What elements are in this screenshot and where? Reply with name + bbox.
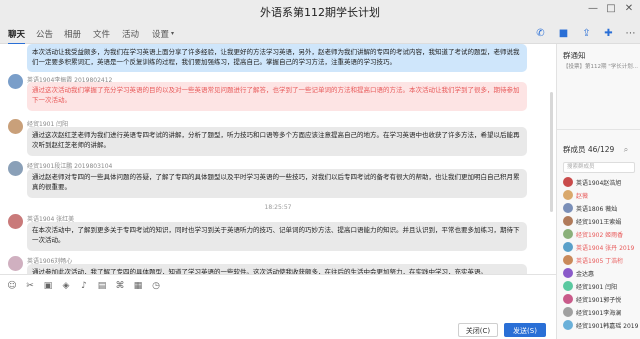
tab-files[interactable]: 文件 <box>93 28 110 40</box>
more-icon[interactable]: ⋯ <box>624 27 637 40</box>
divider <box>557 129 640 130</box>
avatar <box>563 216 573 226</box>
member-name: 经贸1901李海澜 <box>576 310 622 317</box>
member-name: 赵薇 <box>576 193 589 200</box>
folder-icon[interactable]: ▤ <box>96 280 108 292</box>
avatar <box>563 320 573 330</box>
window-title: 外语系第112期学长计划 <box>260 6 380 19</box>
member-name: 英语1806 薇灿 <box>576 206 618 213</box>
avatar[interactable] <box>8 214 23 229</box>
message-bubble: 通过这次赵红芝老师为我们进行英语专四考试的讲解，分析了题型，听力技巧和口语等多个… <box>27 127 527 156</box>
mic-icon[interactable]: ♪ <box>78 280 90 292</box>
member-name: 英语1905 丁浩桁 <box>576 258 624 265</box>
avatar[interactable] <box>8 119 23 134</box>
title-bar: 外语系第112期学长计划 — □ ✕ <box>0 0 640 22</box>
member-item[interactable]: 赵薇 <box>563 189 640 201</box>
tab-bar: 聊天 公告 相册 文件 活动 设置 ▾ ✆ ■ ⇪ ✚ ⋯ <box>0 22 640 45</box>
minimize-button[interactable]: — <box>586 3 600 14</box>
scissors-icon[interactable]: ✂ <box>24 280 36 292</box>
members-title: 群成员 46/129 <box>563 145 615 154</box>
message-bubble: 通过赵老师对专四的一些具体问题的答疑，了解了专四的具体题型以及平时学习英语的一些… <box>27 169 527 198</box>
share-icon[interactable]: ⇪ <box>580 27 593 40</box>
member-item[interactable]: 经贸1901郭子悦 <box>563 293 640 305</box>
member-name: 经贸1902 姬雨香 <box>576 232 624 239</box>
clock-icon[interactable]: ◷ <box>150 280 162 292</box>
member-name: 金达惠 <box>576 271 595 278</box>
avatar <box>563 203 573 213</box>
doc-icon[interactable]: ▦ <box>132 280 144 292</box>
code-icon[interactable]: ⌘ <box>114 280 126 292</box>
avatar[interactable] <box>8 256 23 271</box>
message-bubble: 通过参加此次活动，我了解了专四的具体题型，知道了学习英语的一些软件。这次活动使我… <box>27 264 527 274</box>
member-name: 经贸1901 闫阳 <box>576 284 618 291</box>
timestamp: 18:25:57 <box>264 204 292 211</box>
sidebar: 群通知 【投票】第112期 "学长计划... 群成员 46/129 ⌕ 搜索群成… <box>556 44 640 339</box>
message-bubble: 在本次活动中，了解到更多关于专四考试的知识，同时也学习到关于英语听力的技巧、记单… <box>27 222 527 251</box>
avatar[interactable] <box>8 161 23 176</box>
tab-chat[interactable]: 聊天 <box>8 28 26 45</box>
member-name: 经贸1901王索娟 <box>576 219 622 226</box>
gift-icon[interactable]: ◈ <box>60 280 72 292</box>
tab-settings[interactable]: 设置 <box>152 28 169 40</box>
avatar <box>563 281 573 291</box>
add-member-icon[interactable]: ✚ <box>602 27 615 40</box>
tab-album[interactable]: 相册 <box>64 28 81 40</box>
member-search-input[interactable]: 搜索群成员 <box>563 162 635 173</box>
send-button[interactable]: 发送(S) <box>504 323 546 337</box>
smile-icon[interactable]: ☺ <box>6 280 18 292</box>
avatar[interactable] <box>8 74 23 89</box>
avatar <box>563 229 573 239</box>
close-window-button[interactable]: ✕ <box>622 3 636 14</box>
member-item[interactable]: 英语1904赵浩旭 <box>563 176 640 188</box>
chat-area[interactable]: 本次活动让我受益颇多，为我们在学习英语上面分享了许多经验，让我更好的方法学习英语… <box>0 44 556 274</box>
tab-announcement[interactable]: 公告 <box>36 28 53 40</box>
close-button[interactable]: 关闭(C) <box>458 323 498 337</box>
avatar <box>563 242 573 252</box>
member-item[interactable]: 经贸1901 闫阳 <box>563 280 640 292</box>
member-item[interactable]: 经贸1901韩嘉瑶 2019 <box>563 319 640 331</box>
video-icon[interactable]: ■ <box>557 27 570 40</box>
avatar <box>563 307 573 317</box>
member-item[interactable]: 经贸1901王索娟 <box>563 215 640 227</box>
member-item[interactable]: 经贸1902 姬雨香 <box>563 228 640 240</box>
search-icon[interactable]: ⌕ <box>621 145 631 155</box>
avatar <box>563 190 573 200</box>
avatar <box>563 268 573 278</box>
avatar <box>563 255 573 265</box>
avatar <box>563 177 573 187</box>
member-name: 经贸1901郭子悦 <box>576 297 622 304</box>
message-bubble: 本次活动让我受益颇多，为我们在学习英语上面分享了许多经验，让我更好的方法学习英语… <box>27 44 527 72</box>
input-area[interactable]: ☺ ✂ ▣ ◈ ♪ ▤ ⌘ ▦ ◷ 关闭(C) 发送(S) <box>0 274 556 339</box>
member-item[interactable]: 金达惠 <box>563 267 640 279</box>
member-name: 英语1904 张丹 2019 <box>576 245 635 252</box>
phone-icon[interactable]: ✆ <box>534 27 547 40</box>
member-item[interactable]: 经贸1901李海澜 <box>563 306 640 318</box>
member-item[interactable]: 英语1904 张丹 2019 <box>563 241 640 253</box>
image-icon[interactable]: ▣ <box>42 280 54 292</box>
maximize-button[interactable]: □ <box>604 3 618 14</box>
member-name: 经贸1901韩嘉瑶 2019 <box>576 323 639 330</box>
member-item[interactable]: 英语1806 薇灿 <box>563 202 640 214</box>
message-bubble: 通过这次活动我们掌握了充分学习英语的目的以及对一些英语常见问题进行了解答，也学到… <box>27 82 527 111</box>
notice-text[interactable]: 【投票】第112期 "学长计划... <box>563 62 638 70</box>
notice-title: 群通知 <box>563 51 586 60</box>
chevron-down-icon[interactable]: ▾ <box>171 30 174 37</box>
tab-activity[interactable]: 活动 <box>122 28 139 40</box>
avatar <box>563 294 573 304</box>
chat-scrollbar[interactable] <box>550 92 553 212</box>
member-name: 英语1904赵浩旭 <box>576 180 622 187</box>
member-item[interactable]: 英语1905 丁浩桁 <box>563 254 640 266</box>
